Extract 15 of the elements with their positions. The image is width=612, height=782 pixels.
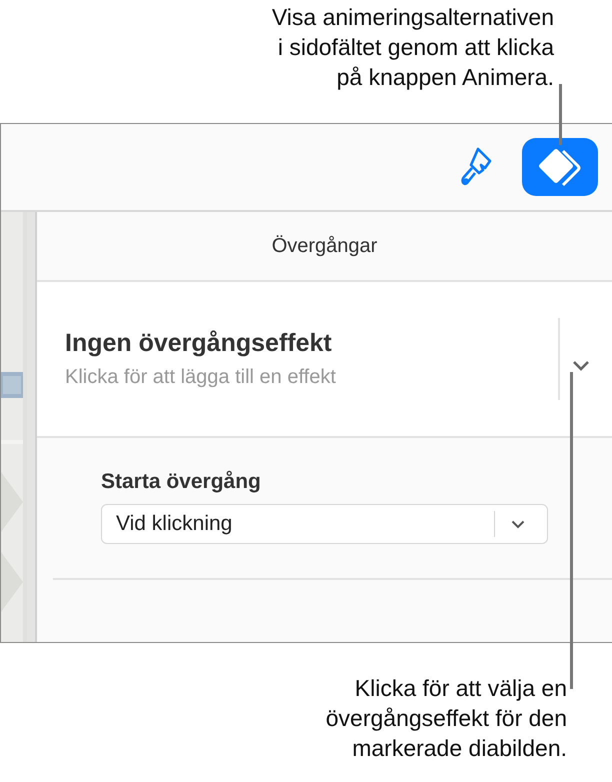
paintbrush-icon <box>459 146 493 188</box>
start-popup[interactable]: Vid klickning <box>101 504 548 544</box>
callout-text: i sidofältet genom att klicka <box>278 33 554 62</box>
chevron-icon <box>511 520 525 528</box>
callout-text: på knappen Animera. <box>336 63 554 92</box>
animate-button[interactable] <box>522 138 598 196</box>
callout-text: markerade diabilden. <box>352 734 567 763</box>
effect-title: Ingen övergångseffekt <box>65 329 333 358</box>
callout-text: övergångseffekt för den <box>326 704 567 733</box>
effect-hint: Klicka för att lägga till en effekt <box>65 366 337 389</box>
callout-text: Klicka för att välja en <box>354 674 567 703</box>
chevron-icon[interactable] <box>572 360 590 372</box>
leader-line <box>559 84 562 145</box>
callout-text: Visa animeringsalternativen <box>272 3 554 32</box>
start-label: Starta övergång <box>101 470 262 494</box>
